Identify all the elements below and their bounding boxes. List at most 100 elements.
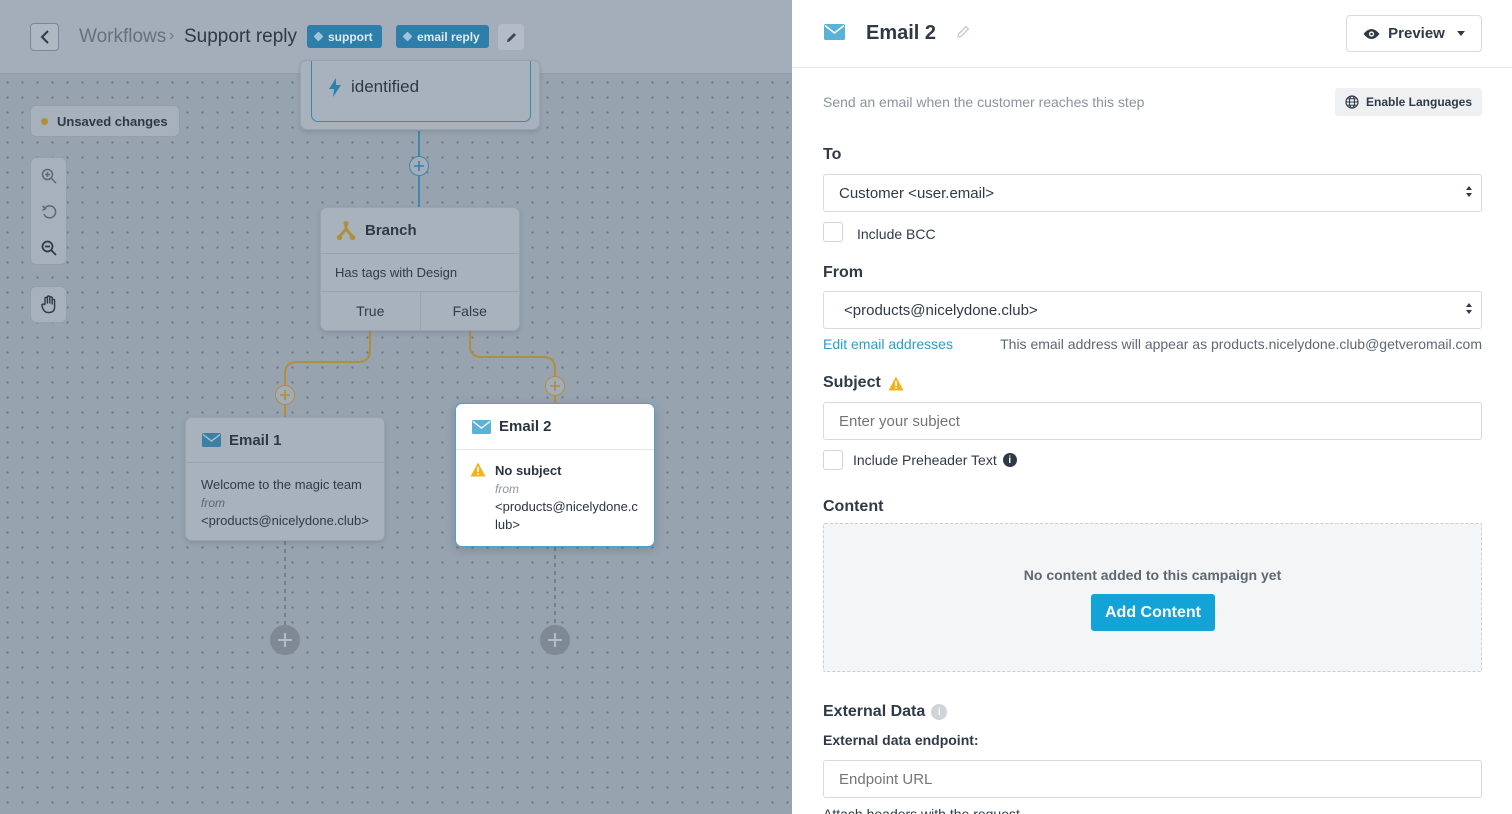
plus-icon xyxy=(280,390,290,400)
pan-tool-button[interactable] xyxy=(30,286,67,323)
pencil-icon[interactable] xyxy=(956,24,971,39)
branch-true-option[interactable]: True xyxy=(321,292,420,330)
subject-input[interactable] xyxy=(823,402,1482,440)
zoom-out-button[interactable] xyxy=(31,230,66,266)
info-icon[interactable]: i xyxy=(1002,453,1017,467)
add-step-button[interactable] xyxy=(545,376,565,396)
panel-header: Email 2 Preview xyxy=(792,0,1512,68)
preview-label: Preview xyxy=(1388,25,1445,42)
unsaved-label: Unsaved changes xyxy=(57,113,168,129)
eye-icon xyxy=(1363,28,1380,39)
tag-icon xyxy=(402,31,413,42)
trigger-label: identified xyxy=(351,77,420,96)
trigger-node[interactable]: identified xyxy=(300,60,540,130)
select-arrows-icon xyxy=(1466,303,1472,314)
email-node-from: <products@nicelydone.c xyxy=(495,499,638,514)
zoom-in-icon xyxy=(41,168,57,184)
breadcrumb-separator: › xyxy=(169,27,175,44)
add-content-button[interactable]: Add Content xyxy=(1091,594,1215,631)
branch-condition: Has tags with Design xyxy=(321,254,519,292)
email-node-title: Email 2 xyxy=(499,418,552,435)
branch-node[interactable]: Branch Has tags with Design True False xyxy=(320,207,520,331)
email-node-2-selected[interactable]: Email 2 No subject from <products@nicely… xyxy=(455,403,655,547)
tag-support[interactable]: support xyxy=(307,25,382,48)
from-label: From xyxy=(823,264,863,281)
branch-title: Branch xyxy=(365,222,417,239)
zoom-controls xyxy=(30,157,67,265)
hand-icon xyxy=(40,295,55,314)
reset-zoom-button[interactable] xyxy=(31,194,66,230)
zoom-out-icon xyxy=(41,240,57,256)
content-empty-message: No content added to this campaign yet xyxy=(1023,567,1282,583)
plus-icon xyxy=(414,161,424,171)
content-dropzone: No content added to this campaign yet Ad… xyxy=(823,523,1482,672)
add-step-button[interactable] xyxy=(540,625,570,655)
email-node-title: Email 1 xyxy=(229,431,282,449)
enable-languages-button[interactable]: Enable Languages xyxy=(1335,88,1482,116)
to-select-value: Customer <user.email> xyxy=(839,184,995,202)
add-step-button[interactable] xyxy=(275,385,295,405)
plus-icon xyxy=(278,633,292,647)
envelope-icon xyxy=(472,419,491,434)
panel-title: Email 2 xyxy=(866,22,937,44)
status-dot xyxy=(41,117,48,125)
info-icon[interactable]: i xyxy=(931,704,948,720)
unsaved-changes-badge: Unsaved changes xyxy=(30,105,180,137)
breadcrumb-workflows[interactable]: Workflows xyxy=(79,26,166,48)
preview-dropdown-button[interactable]: Preview xyxy=(1346,15,1482,52)
subject-label-row: Subject xyxy=(823,374,904,392)
to-label: To xyxy=(823,146,842,163)
envelope-icon xyxy=(824,24,845,40)
to-select[interactable]: Customer <user.email> xyxy=(823,174,1482,212)
from-address-hint: This email address will appear as produc… xyxy=(1000,336,1482,352)
endpoint-url-input[interactable] xyxy=(823,760,1482,798)
warning-icon xyxy=(888,376,904,390)
branch-icon xyxy=(336,220,356,240)
from-select-value: <products@nicelydone.club> xyxy=(844,301,1038,319)
branch-false-option[interactable]: False xyxy=(419,292,520,330)
email-node-from-wrap: lub> xyxy=(495,517,520,532)
panel-description: Send an email when the customer reaches … xyxy=(823,94,1145,110)
zoom-in-button[interactable] xyxy=(31,158,66,194)
external-endpoint-label: External data endpoint: xyxy=(823,732,979,748)
globe-icon xyxy=(1345,95,1359,109)
envelope-icon xyxy=(202,433,221,447)
plus-icon xyxy=(550,381,560,391)
lightning-icon xyxy=(329,78,341,97)
add-step-button[interactable] xyxy=(270,625,300,655)
edit-tags-button[interactable] xyxy=(498,24,524,50)
include-preheader-label: Include Preheader Text xyxy=(853,452,997,468)
tag-email-reply[interactable]: email reply xyxy=(396,25,489,48)
email-settings-panel: Email 2 Preview Send an email when the c… xyxy=(792,0,1512,814)
back-button[interactable] xyxy=(30,23,59,51)
tag-label: email reply xyxy=(417,29,480,44)
page-title: Support reply xyxy=(184,26,298,47)
reset-icon xyxy=(41,205,56,219)
add-step-button[interactable] xyxy=(409,156,429,176)
external-data-label: External Data xyxy=(823,703,926,720)
email-node-warning: No subject xyxy=(495,463,562,478)
email-node-subject: Welcome to the magic team xyxy=(201,477,362,492)
email-node-from-label: from xyxy=(495,482,519,496)
include-preheader-checkbox[interactable] xyxy=(823,450,843,470)
email-node-1[interactable]: Email 1 Welcome to the magic team from <… xyxy=(185,417,385,541)
workflow-canvas[interactable]: Workflows › Support reply support email … xyxy=(0,0,792,814)
chevron-left-icon xyxy=(40,30,49,44)
tag-icon xyxy=(313,31,324,42)
content-label: Content xyxy=(823,498,884,515)
include-preheader-row: Include Preheader Text i xyxy=(853,452,1017,468)
email-node-from: <products@nicelydone.club> xyxy=(201,513,369,528)
pencil-icon xyxy=(506,32,516,42)
include-bcc-label: Include BCC xyxy=(857,226,936,242)
subject-label: Subject xyxy=(823,374,881,391)
email-node-from-label: from xyxy=(201,496,225,510)
enable-languages-label: Enable Languages xyxy=(1365,95,1473,109)
include-bcc-checkbox[interactable] xyxy=(823,222,843,242)
chevron-down-icon xyxy=(1456,31,1465,36)
edit-email-addresses-link[interactable]: Edit email addresses xyxy=(823,336,953,352)
warning-icon xyxy=(470,462,486,477)
plus-icon xyxy=(548,633,562,647)
from-select[interactable]: <products@nicelydone.club> xyxy=(823,291,1482,329)
tag-label: support xyxy=(328,29,373,44)
external-data-label-row: External Data i xyxy=(823,703,948,721)
